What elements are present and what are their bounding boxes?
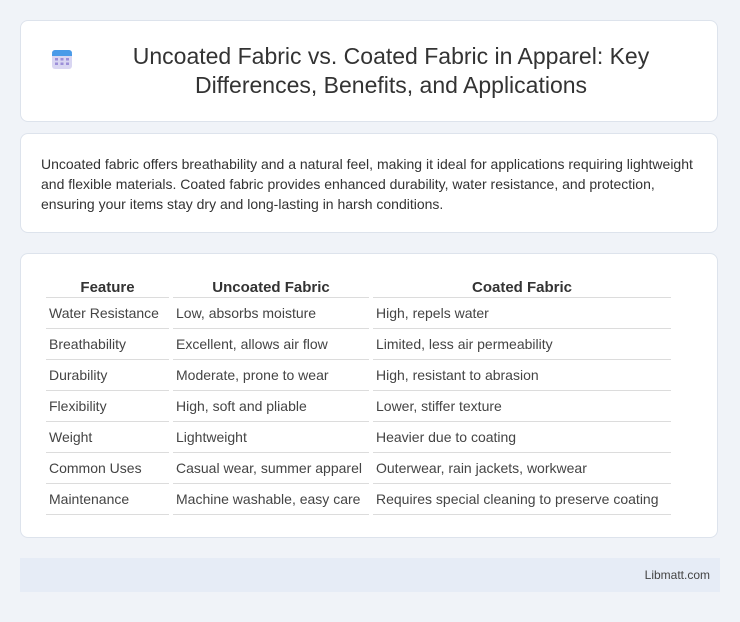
comparison-table: Feature Uncoated Fabric Coated Fabric Wa… xyxy=(42,276,675,515)
title-wrap: Uncoated Fabric vs. Coated Fabric in App… xyxy=(51,42,687,100)
table-row: Water Resistance Low, absorbs moisture H… xyxy=(46,298,671,329)
comparison-card: Feature Uncoated Fabric Coated Fabric Wa… xyxy=(20,253,718,538)
table-row: Durability Moderate, prone to wear High,… xyxy=(46,360,671,391)
coated-cell: Heavier due to coating xyxy=(373,422,671,453)
column-header-coated: Coated Fabric xyxy=(373,276,671,298)
table-row: Common Uses Casual wear, summer apparel … xyxy=(46,453,671,484)
intro-text: Uncoated fabric offers breathability and… xyxy=(41,156,693,212)
coated-cell: Requires special cleaning to preserve co… xyxy=(373,484,671,515)
uncoated-cell: Moderate, prone to wear xyxy=(173,360,369,391)
uncoated-cell: Excellent, allows air flow xyxy=(173,329,369,360)
page-title: Uncoated Fabric vs. Coated Fabric in App… xyxy=(132,43,650,98)
feature-cell: Maintenance xyxy=(46,484,169,515)
table-row: Weight Lightweight Heavier due to coatin… xyxy=(46,422,671,453)
feature-cell: Durability xyxy=(46,360,169,391)
feature-cell: Weight xyxy=(46,422,169,453)
uncoated-cell: Low, absorbs moisture xyxy=(173,298,369,329)
uncoated-cell: Casual wear, summer apparel xyxy=(173,453,369,484)
table-row: Maintenance Machine washable, easy care … xyxy=(46,484,671,515)
column-header-uncoated: Uncoated Fabric xyxy=(173,276,369,298)
title-card: Uncoated Fabric vs. Coated Fabric in App… xyxy=(20,20,718,122)
uncoated-cell: High, soft and pliable xyxy=(173,391,369,422)
coated-cell: High, resistant to abrasion xyxy=(373,360,671,391)
feature-cell: Flexibility xyxy=(46,391,169,422)
footer: Libmatt.com xyxy=(20,558,720,592)
coated-cell: Outerwear, rain jackets, workwear xyxy=(373,453,671,484)
calendar-icon xyxy=(52,50,72,69)
table-row: Breathability Excellent, allows air flow… xyxy=(46,329,671,360)
feature-cell: Breathability xyxy=(46,329,169,360)
feature-cell: Water Resistance xyxy=(46,298,169,329)
uncoated-cell: Machine washable, easy care xyxy=(173,484,369,515)
table-row: Flexibility High, soft and pliable Lower… xyxy=(46,391,671,422)
intro-card: Uncoated fabric offers breathability and… xyxy=(20,133,718,233)
coated-cell: Limited, less air permeability xyxy=(373,329,671,360)
feature-cell: Common Uses xyxy=(46,453,169,484)
coated-cell: High, repels water xyxy=(373,298,671,329)
coated-cell: Lower, stiffer texture xyxy=(373,391,671,422)
footer-site-link[interactable]: Libmatt.com xyxy=(645,568,710,582)
uncoated-cell: Lightweight xyxy=(173,422,369,453)
table-header-row: Feature Uncoated Fabric Coated Fabric xyxy=(46,276,671,298)
column-header-feature: Feature xyxy=(46,276,169,298)
